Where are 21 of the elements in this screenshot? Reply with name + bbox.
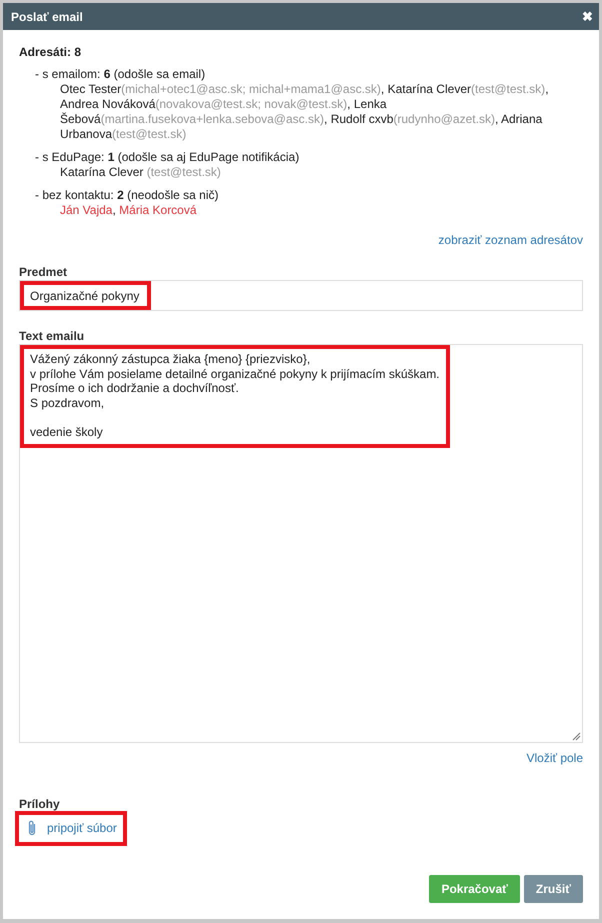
attachments-label: Prílohy [19, 797, 61, 812]
recipient-list: Katarína Clever (test@test.sk) [60, 165, 583, 180]
resize-grip-icon[interactable] [572, 732, 581, 741]
window-title: Poslať email [11, 10, 83, 24]
paperclip-icon [27, 820, 37, 836]
recipients-heading: Adresáti: 8 [19, 45, 82, 59]
group-heading: - s EduPage: 1 (odošle sa aj EduPage notifikácia) [35, 150, 300, 165]
attach-file-link[interactable]: pripojiť súbor [47, 821, 117, 835]
group-heading: - bez kontaktu: 2 (neodošle sa nič) [35, 188, 220, 203]
continue-button[interactable]: Pokračovať [429, 875, 520, 903]
show-recipients-link[interactable]: zobraziť zoznam adresátov [438, 233, 583, 247]
subject-label: Predmet [19, 265, 68, 280]
close-button[interactable]: ✖ [582, 9, 593, 24]
insert-field-link[interactable]: Vložiť pole [526, 751, 583, 765]
cancel-button[interactable]: Zrušiť [524, 875, 583, 903]
body-text-area[interactable]: Vážený zákonný zástupca žiaka {meno} {priezvisko}, v prílohe Vám posielame detailné organizačné pokyny k prijímacím skúškam. Prosíme o ich dodržanie a dochvíľnosť. S pozdravom, vedenie školy [19, 344, 583, 743]
recipient-list: Ján Vajda, Mária Korcová [60, 203, 583, 218]
subject-field[interactable]: Organizačné pokyny [19, 280, 583, 311]
recipient-list: Otec Tester(michal+otec1@asc.sk; michal+mama1@asc.sk), Katarína Clever(test@test.sk), Andrea Nováková(novakova@test.sk; novak@test.sk), Lenka Šebová(martina.fusekova+lenka.sebova@asc.sk), Rudolf cxvb(rudynho@azet.sk), Adriana Urbanova(test@test.sk) [60, 82, 583, 142]
body-label: Text emailu [19, 329, 86, 344]
group-heading: - s emailom: 6 (odošle sa email) [35, 67, 206, 82]
